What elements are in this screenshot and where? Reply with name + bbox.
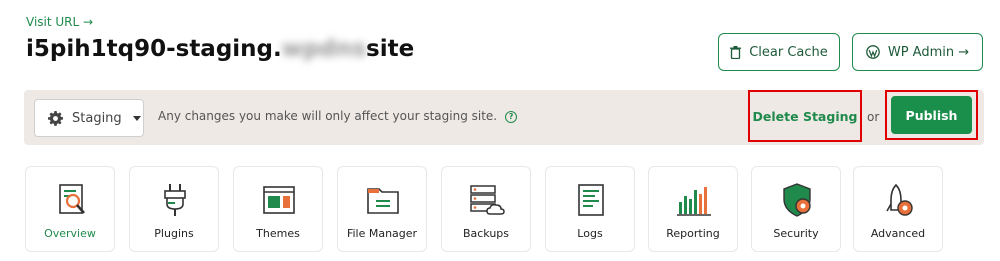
wp-admin-label: WP Admin → — [887, 44, 970, 60]
environment-label: Staging — [72, 110, 122, 126]
themes-icon — [263, 186, 295, 214]
tile-label: File Manager — [346, 227, 418, 240]
overview-icon — [59, 184, 85, 214]
staging-notice: Any changes you make will only affect yo… — [158, 109, 518, 123]
chevron-down-icon — [132, 115, 141, 121]
security-icon — [783, 183, 811, 217]
delete-staging-button[interactable]: Delete Staging — [748, 90, 862, 142]
tile-security[interactable]: Security — [751, 166, 841, 252]
tile-label: Security — [773, 227, 819, 240]
site-title: i5pih1tq90-staging.wpdnssite — [26, 36, 414, 62]
tile-plugins[interactable]: Plugins — [129, 166, 219, 252]
site-name-blurred: wpdns — [281, 36, 367, 62]
wordpress-icon — [865, 45, 880, 59]
gear-icon — [48, 110, 63, 126]
tile-themes[interactable]: Themes — [233, 166, 323, 252]
clear-cache-button[interactable]: Clear Cache — [718, 33, 840, 71]
site-name-prefix: i5pih1tq90-staging. — [26, 36, 282, 62]
trash-icon — [730, 45, 742, 59]
tile-label: Plugins — [154, 227, 194, 240]
visit-url-link[interactable]: Visit URL → — [26, 15, 93, 29]
or-separator: or — [867, 110, 880, 124]
reporting-icon — [677, 187, 711, 216]
advanced-icon — [886, 183, 913, 216]
tile-advanced[interactable]: Advanced — [853, 166, 943, 252]
tile-label: Overview — [44, 227, 96, 240]
tile-reporting[interactable]: Reporting — [648, 166, 738, 252]
tile-label: Themes — [256, 227, 300, 240]
logs-icon — [578, 184, 604, 216]
tile-logs[interactable]: Logs — [545, 166, 635, 252]
tile-label: Logs — [577, 227, 603, 240]
tile-backups[interactable]: Backups — [441, 166, 531, 252]
tile-label: Advanced — [870, 227, 926, 240]
tile-label: Reporting — [666, 227, 720, 240]
site-name-suffix: site — [366, 36, 415, 62]
environment-select[interactable]: Staging — [34, 99, 144, 137]
help-icon[interactable]: ? — [505, 110, 518, 123]
clear-cache-label: Clear Cache — [749, 44, 828, 60]
staging-notice-text: Any changes you make will only affect yo… — [158, 109, 498, 123]
tile-label: Backups — [462, 227, 510, 240]
tile-file-manager[interactable]: File Manager — [337, 166, 427, 252]
backups-icon — [470, 185, 505, 215]
wp-admin-button[interactable]: WP Admin → — [852, 33, 983, 71]
publish-button[interactable]: Publish — [891, 96, 972, 134]
publish-highlight: Publish — [885, 90, 978, 140]
tile-overview[interactable]: Overview — [25, 166, 115, 252]
plugin-icon — [164, 184, 186, 216]
folder-icon — [367, 188, 399, 214]
